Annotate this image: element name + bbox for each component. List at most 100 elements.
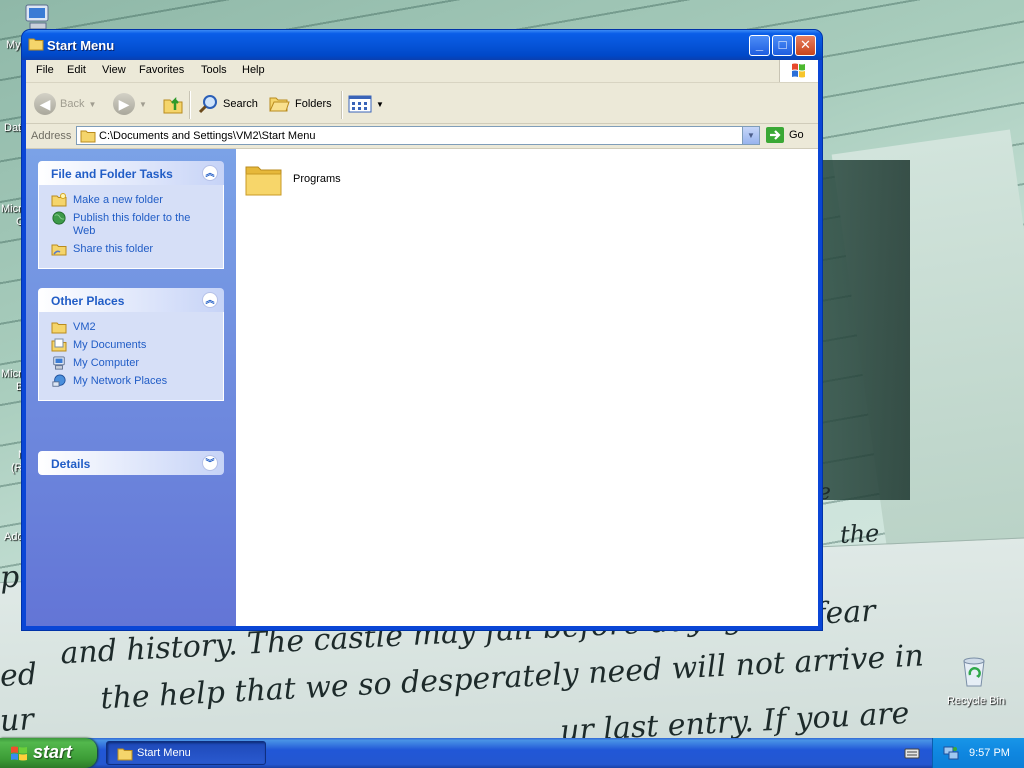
folder-label[interactable]: Programs <box>293 173 341 185</box>
title-bar[interactable]: Start Menu _ □ ✕ <box>22 30 822 60</box>
search-button[interactable]: Search <box>197 92 258 116</box>
menu-help[interactable]: Help <box>242 64 265 76</box>
folder-item-programs[interactable]: Programs <box>244 159 354 203</box>
place-my-documents[interactable]: My Documents <box>51 338 215 352</box>
dropdown-arrow-icon[interactable]: ▼ <box>88 100 96 109</box>
menu-file[interactable]: File <box>36 64 54 76</box>
go-arrow-icon <box>766 127 784 143</box>
address-dropdown-button[interactable]: ▼ <box>742 127 759 144</box>
desktop-icon-label[interactable]: Ado <box>4 531 24 543</box>
start-label: start <box>33 742 73 762</box>
views-button[interactable]: ▼ <box>348 92 384 116</box>
folder-icon <box>51 322 67 334</box>
place-vm2[interactable]: VM2 <box>51 321 215 334</box>
taskbar: start Start Menu 9:57 PM <box>0 738 1024 768</box>
collapse-chevron-icon[interactable]: ︽ <box>202 165 218 181</box>
panel-body: Make a new folder Publish this folder to… <box>38 185 224 269</box>
panel-title: Other Places <box>51 294 125 308</box>
share-folder-icon <box>51 244 67 256</box>
expand-chevron-icon[interactable]: ︾ <box>202 455 218 471</box>
panel-title: Details <box>51 457 91 471</box>
menu-view[interactable]: View <box>102 64 126 76</box>
keyboard-icon[interactable] <box>904 746 920 763</box>
search-icon <box>198 95 217 114</box>
menu-favorites[interactable]: Favorites <box>139 64 184 76</box>
task-pane: File and Folder Tasks ︽ Make a new folde… <box>26 149 236 626</box>
search-label: Search <box>223 98 258 110</box>
back-label: Back <box>60 98 85 110</box>
menu-tools[interactable]: Tools <box>201 64 227 76</box>
folder-icon <box>80 130 96 143</box>
up-folder-icon <box>163 96 183 114</box>
go-label: Go <box>789 129 804 141</box>
taskbar-button-start-menu[interactable]: Start Menu <box>106 741 266 765</box>
panel-header[interactable]: File and Folder Tasks ︽ <box>38 161 224 185</box>
task-make-new-folder[interactable]: Make a new folder <box>51 193 215 207</box>
views-icon <box>348 95 372 113</box>
address-field[interactable]: C:\Documents and Settings\VM2\Start Menu… <box>76 126 760 145</box>
task-publish-folder[interactable]: Publish this folder to the Web <box>51 211 215 238</box>
globe-icon <box>52 211 66 225</box>
desktop-icon-label[interactable]: (R <box>11 462 23 474</box>
maximize-button[interactable]: □ <box>772 35 793 56</box>
wallpaper-shadow <box>820 160 910 500</box>
place-label[interactable]: My Documents <box>73 339 146 352</box>
panel-header[interactable]: Details ︾ <box>38 451 224 475</box>
toolbar-separator <box>341 91 343 119</box>
place-label[interactable]: VM2 <box>73 321 96 334</box>
task-label[interactable]: Make a new folder <box>73 194 163 207</box>
minimize-button[interactable]: _ <box>749 35 770 56</box>
standard-toolbar: ◀ Back ▼ ▶ ▼ Search Folders ▼ <box>26 83 818 124</box>
clock[interactable]: 9:57 PM <box>969 747 1010 759</box>
other-places-panel: Other Places ︽ VM2 My Documents My Compu… <box>38 288 224 401</box>
windows-flag-icon <box>11 746 27 761</box>
place-my-computer[interactable]: My Computer <box>51 356 215 370</box>
network-connection-icon[interactable] <box>943 745 959 761</box>
new-folder-icon <box>51 193 67 207</box>
window-title: Start Menu <box>47 38 115 53</box>
up-folder-button[interactable] <box>162 92 184 116</box>
explorer-window: Start Menu _ □ ✕ File Edit View Favorite… <box>22 30 822 630</box>
task-label[interactable]: Publish this folder to the Web <box>73 212 215 238</box>
address-label: Address <box>31 130 72 142</box>
folders-label: Folders <box>295 98 332 110</box>
address-value[interactable]: C:\Documents and Settings\VM2\Start Menu <box>99 130 315 142</box>
task-label[interactable]: Share this folder <box>73 243 153 256</box>
close-button[interactable]: ✕ <box>795 35 816 56</box>
collapse-chevron-icon[interactable]: ︽ <box>202 292 218 308</box>
menu-edit[interactable]: Edit <box>67 64 86 76</box>
dropdown-arrow-icon[interactable]: ▼ <box>376 100 384 109</box>
place-my-network-places[interactable]: My Network Places <box>51 374 215 388</box>
my-documents-icon <box>51 338 67 352</box>
go-button[interactable]: Go <box>766 127 804 143</box>
place-label[interactable]: My Network Places <box>73 375 167 388</box>
folder-icon <box>245 166 282 196</box>
forward-arrow-icon: ▶ <box>113 93 135 115</box>
folders-icon <box>269 97 290 112</box>
panel-header[interactable]: Other Places ︽ <box>38 288 224 312</box>
taskbar-button-label: Start Menu <box>137 747 191 759</box>
panel-title: File and Folder Tasks <box>51 167 173 181</box>
address-bar: Address C:\Documents and Settings\VM2\St… <box>26 124 818 149</box>
desktop-icon-label[interactable]: My <box>6 39 21 51</box>
desktop-icon-label[interactable]: Dat <box>4 122 21 134</box>
start-button[interactable]: start <box>0 738 97 768</box>
dropdown-arrow-icon[interactable]: ▼ <box>139 100 147 109</box>
panel-body: VM2 My Documents My Computer My Network … <box>38 312 224 401</box>
forward-button[interactable]: ▶ ▼ <box>113 92 147 116</box>
task-share-folder[interactable]: Share this folder <box>51 243 215 256</box>
folders-button[interactable]: Folders <box>269 92 332 116</box>
windows-logo-icon <box>779 60 818 82</box>
folder-icon <box>117 748 133 761</box>
file-list-view[interactable]: Programs <box>236 149 818 626</box>
wallpaper-text: ed <box>0 657 38 694</box>
place-label[interactable]: My Computer <box>73 357 139 370</box>
wallpaper-text: the <box>839 518 881 550</box>
menu-bar: File Edit View Favorites Tools Help <box>26 60 818 83</box>
computer-icon <box>53 356 65 370</box>
recycle-bin-label[interactable]: Recycle Bin <box>947 695 1005 707</box>
back-arrow-icon: ◀ <box>34 93 56 115</box>
recycle-bin-icon[interactable] <box>957 655 991 689</box>
file-folder-tasks-panel: File and Folder Tasks ︽ Make a new folde… <box>38 161 224 269</box>
back-button[interactable]: ◀ Back ▼ <box>34 92 96 116</box>
